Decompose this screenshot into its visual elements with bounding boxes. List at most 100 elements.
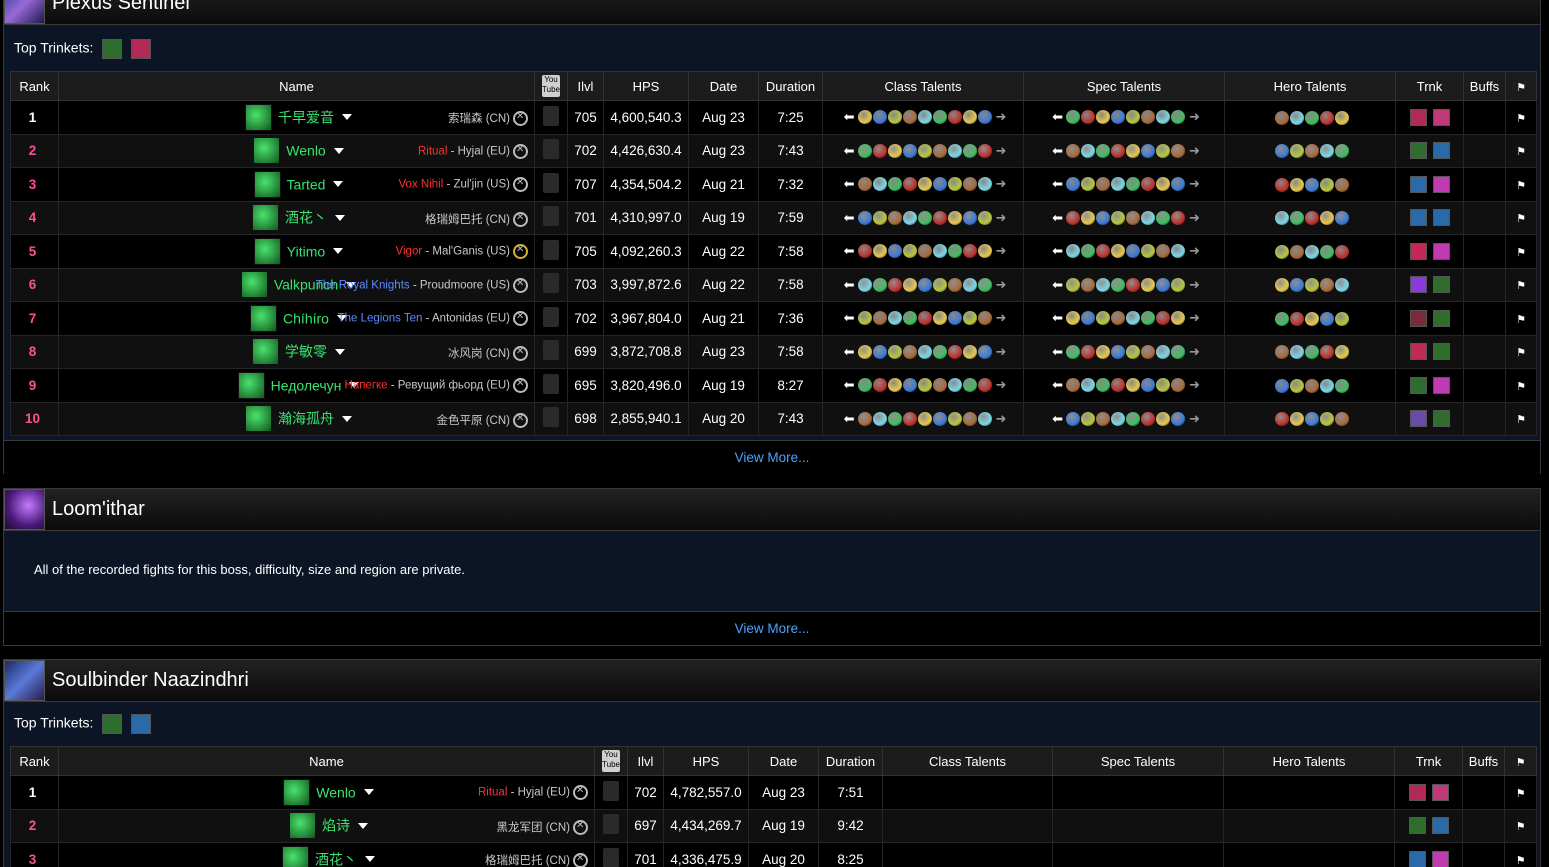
talent-icon[interactable] — [932, 177, 947, 192]
talent-icon[interactable] — [857, 210, 872, 225]
talent-icon[interactable] — [1171, 110, 1185, 125]
talent-icon[interactable] — [947, 244, 962, 259]
talent-icon[interactable] — [1304, 110, 1319, 125]
chevron-down-icon[interactable] — [342, 415, 352, 422]
talent-icon[interactable] — [1066, 311, 1080, 326]
col-duration[interactable]: Duration — [758, 71, 823, 101]
talent-icon[interactable] — [1289, 311, 1304, 326]
talent-icon[interactable] — [917, 110, 932, 125]
flag-icon[interactable]: ⚑ — [1516, 146, 1526, 158]
talent-icon[interactable] — [1141, 344, 1155, 359]
col-hps[interactable]: HPS — [603, 71, 689, 101]
talent-icon[interactable] — [857, 143, 872, 158]
flag-icon[interactable]: ⚑ — [1516, 247, 1526, 259]
trinket-icon[interactable] — [1409, 175, 1427, 193]
trinket-icon[interactable] — [1432, 410, 1450, 428]
talent-icon[interactable] — [1156, 210, 1170, 225]
talent-icon[interactable] — [887, 143, 902, 158]
col-rank[interactable]: Rank — [10, 746, 59, 776]
talent-icon[interactable] — [1141, 177, 1155, 192]
talent-icon[interactable] — [872, 244, 887, 259]
talent-icon[interactable] — [1274, 144, 1289, 159]
flag-icon[interactable]: ⚑ — [1516, 213, 1526, 225]
talent-icon[interactable] — [962, 177, 977, 192]
talent-icon[interactable] — [1111, 110, 1125, 125]
talent-icon[interactable] — [977, 110, 992, 125]
talent-icon[interactable] — [1156, 344, 1170, 359]
player-name[interactable]: 酒花丶 — [315, 851, 357, 867]
talent-icon[interactable] — [1111, 277, 1125, 292]
warcraftlogs-icon[interactable] — [513, 412, 528, 428]
talent-icon[interactable] — [857, 311, 872, 326]
talent-icon[interactable] — [932, 411, 947, 426]
trinket-icon[interactable] — [1432, 175, 1450, 193]
talent-icon[interactable] — [932, 378, 947, 393]
trinket-icon[interactable] — [1409, 276, 1427, 294]
talent-icon[interactable] — [1334, 211, 1349, 226]
talent-icon[interactable] — [1066, 177, 1080, 192]
talent-icon[interactable] — [1111, 411, 1125, 426]
talent-icon[interactable] — [1141, 378, 1155, 393]
player-name[interactable]: 瀚海孤舟 — [278, 411, 334, 427]
talent-icon[interactable] — [1111, 378, 1125, 393]
talent-icon[interactable] — [1141, 244, 1155, 259]
talent-icon[interactable] — [1066, 277, 1080, 292]
talent-icon[interactable] — [917, 177, 932, 192]
talent-icon[interactable] — [1066, 143, 1080, 158]
talent-icon[interactable] — [1289, 211, 1304, 226]
talent-icon[interactable] — [947, 378, 962, 393]
talent-icon[interactable] — [947, 210, 962, 225]
flag-icon[interactable]: ⚑ — [1516, 855, 1526, 867]
trinket-icon[interactable] — [1409, 108, 1427, 126]
talent-icon[interactable] — [947, 177, 962, 192]
warcraftlogs-icon[interactable] — [513, 277, 528, 293]
talent-icon[interactable] — [1081, 244, 1095, 259]
view-more-link[interactable]: View More... — [4, 611, 1540, 645]
boss-portrait[interactable] — [4, 0, 45, 24]
warcraftlogs-icon[interactable] — [513, 378, 528, 393]
table-row[interactable]: 1 Wenlo Ritual - Hyjal (EU) 7024,782,557.0A… — [10, 775, 1537, 810]
trinket-icon[interactable] — [1432, 276, 1450, 294]
warcraftlogs-icon[interactable] — [573, 819, 588, 835]
flag-icon[interactable]: ⚑ — [1516, 821, 1526, 833]
talent-icon[interactable] — [917, 311, 932, 326]
talent-icon[interactable] — [1126, 110, 1140, 125]
talent-icon[interactable] — [932, 277, 947, 292]
guild-name[interactable]: The Legions Ten — [338, 313, 423, 325]
talent-icon[interactable] — [917, 344, 932, 359]
talent-icon[interactable] — [857, 177, 872, 192]
trinket-icon[interactable] — [1432, 142, 1450, 160]
warcraftlogs-icon[interactable] — [513, 311, 528, 326]
chevron-down-icon[interactable] — [335, 348, 345, 355]
talent-icon[interactable] — [902, 378, 917, 393]
table-row[interactable]: 6 Valkpunch The Royal Knights - Proudmoore… — [10, 267, 1537, 302]
talent-icon[interactable] — [962, 110, 977, 125]
trinket-icon[interactable] — [1431, 783, 1449, 801]
guild-name[interactable]: Напегке — [345, 380, 388, 392]
talent-icon[interactable] — [1319, 378, 1334, 393]
talent-icon[interactable] — [932, 210, 947, 225]
talent-icon[interactable] — [1274, 278, 1289, 293]
talent-icon[interactable] — [1289, 110, 1304, 125]
flag-icon[interactable]: ⚑ — [1516, 381, 1526, 393]
flag-icon[interactable]: ⚑ — [1516, 347, 1526, 359]
player-name[interactable]: Недолечун — [271, 377, 342, 393]
warcraftlogs-icon[interactable] — [513, 111, 528, 127]
talent-icon[interactable] — [917, 277, 932, 292]
talent-icon[interactable] — [1081, 277, 1095, 292]
talent-icon[interactable] — [962, 143, 977, 158]
talent-icon[interactable] — [932, 311, 947, 326]
talent-icon[interactable] — [977, 378, 992, 393]
talent-icon[interactable] — [1171, 411, 1185, 426]
flag-icon[interactable]: ⚑ — [1516, 414, 1526, 426]
chevron-down-icon[interactable] — [333, 248, 344, 255]
talent-icon[interactable] — [1289, 345, 1304, 360]
talent-icon[interactable] — [977, 311, 992, 326]
chevron-down-icon[interactable] — [365, 856, 375, 863]
talent-icon[interactable] — [1319, 244, 1334, 259]
talent-icon[interactable] — [872, 143, 887, 158]
talent-icon[interactable] — [1334, 110, 1349, 125]
boss-title[interactable]: Plexus Sentinel — [52, 0, 190, 15]
talent-icon[interactable] — [962, 411, 977, 426]
chevron-down-icon[interactable] — [335, 214, 345, 221]
